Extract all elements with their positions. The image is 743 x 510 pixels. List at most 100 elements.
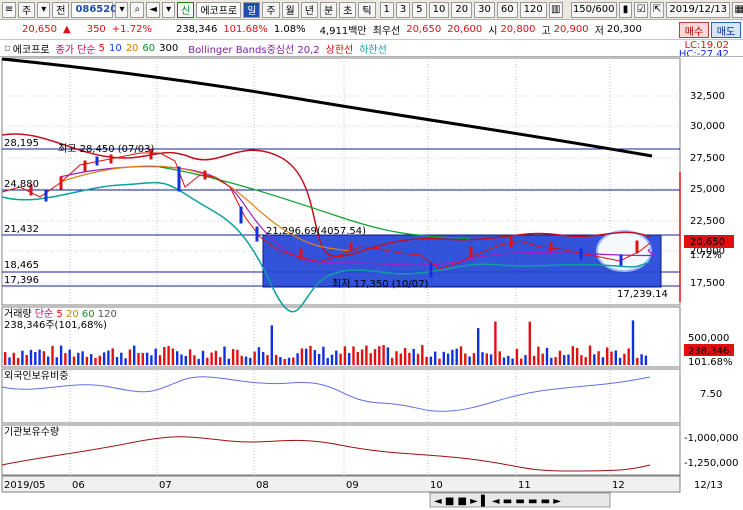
- chevron-down-icon[interactable]: ▾: [37, 1, 51, 18]
- x-axis-label: 12/13: [694, 480, 723, 491]
- expand-icon[interactable]: ⇱: [650, 1, 665, 18]
- chevron-down-icon[interactable]: ▾: [115, 1, 129, 18]
- volume-bar: [12, 352, 15, 365]
- trade-amount: 4,911백만: [319, 26, 367, 37]
- checkbox-icon[interactable]: ☑: [634, 1, 649, 18]
- interval-3[interactable]: 3: [395, 1, 411, 18]
- volume-bar: [29, 349, 33, 365]
- volume-bar: [266, 355, 269, 365]
- volume-bar: [279, 357, 282, 365]
- best-bid: 20,600: [447, 24, 483, 35]
- volume-bar: [524, 355, 527, 365]
- interval-20[interactable]: 20: [451, 1, 473, 18]
- legend-ma60: 60: [142, 42, 156, 54]
- volume-bar: [249, 357, 252, 365]
- period-minute-button[interactable]: 분: [319, 1, 338, 18]
- hc-value: HC:-27.42: [678, 49, 729, 57]
- interval-60[interactable]: 60: [496, 1, 518, 18]
- scroll-controls[interactable]: ◄ ■ ■ ► ▌ ◄ ▬ ▬ ▬ ▬ ►: [429, 492, 611, 508]
- interval-5[interactable]: 5: [412, 1, 427, 18]
- volume-bar: [541, 353, 544, 365]
- price-axis-label: 32,500: [690, 91, 725, 102]
- speaker-icon[interactable]: ◄: [146, 1, 161, 18]
- menu-icon[interactable]: ≡: [2, 1, 16, 18]
- volume-bar: [317, 354, 321, 365]
- volume-bar: [219, 357, 222, 365]
- x-axis-label: 2019/05: [4, 480, 46, 491]
- volume-value-text: 238,346주(101,68%): [4, 320, 107, 331]
- search-icon[interactable]: ⌕: [130, 1, 145, 18]
- calendar-icon[interactable]: ▦: [732, 1, 743, 18]
- open-price: 20,800: [500, 24, 536, 35]
- sell-button[interactable]: 매도: [711, 22, 741, 38]
- interval-120[interactable]: 120: [519, 1, 547, 18]
- chevron-down-icon[interactable]: ▾: [162, 1, 176, 18]
- volume-bar: [262, 352, 265, 365]
- high-label: 고: [541, 26, 551, 37]
- volume-bar: [244, 356, 248, 365]
- volume-bar: [455, 348, 458, 365]
- volume-bar: [446, 353, 450, 365]
- price-axis-label: 25,000: [690, 184, 725, 195]
- volume-bar: [21, 350, 24, 365]
- best-ask-label: 최우선: [372, 26, 401, 37]
- interval-1[interactable]: 1: [379, 1, 394, 18]
- legend-ma-label: 종가 단순: [55, 44, 96, 56]
- open-label: 시: [488, 26, 498, 37]
- volume-bar: [193, 355, 196, 365]
- volume-bar: [489, 354, 493, 365]
- buy-button[interactable]: 매수: [679, 22, 709, 38]
- period-week-button[interactable]: 주: [262, 1, 280, 18]
- volume-bar: [391, 357, 394, 365]
- period-year-button[interactable]: 년: [300, 1, 318, 18]
- volume-bar: [631, 320, 635, 365]
- volume-bar: [468, 356, 471, 365]
- inst-axis-label: -1,000,000: [684, 433, 739, 444]
- volume-bar: [115, 357, 119, 365]
- volume-bar: [575, 347, 579, 365]
- legend-stock-name: 에코프로: [12, 44, 50, 56]
- date-field[interactable]: 2019/12/13: [666, 1, 731, 18]
- period-month-button[interactable]: 월: [281, 1, 299, 18]
- stock-name-field[interactable]: 에코프로: [196, 1, 242, 18]
- best-ask: 20,650: [406, 24, 442, 35]
- period-tick-button[interactable]: 틱: [358, 1, 376, 18]
- bar-chart-icon[interactable]: ▮: [618, 1, 633, 18]
- volume-bar: [627, 348, 630, 365]
- legend-ma5: 5: [98, 42, 105, 54]
- interval-10[interactable]: 10: [428, 1, 450, 18]
- volume-bar: [477, 328, 480, 365]
- volume-ratio: 101.68%: [223, 24, 268, 35]
- volume-bar: [124, 358, 127, 365]
- volume-bar: [421, 345, 424, 365]
- chart-type-icon[interactable]: ▥: [548, 1, 563, 18]
- volume-bar: [51, 345, 54, 365]
- jeon-button[interactable]: 전: [52, 1, 70, 18]
- volume-value: 238,346: [175, 24, 218, 35]
- period-main-button[interactable]: 주: [18, 1, 36, 18]
- volume-bar: [214, 350, 218, 365]
- bottom-annotation: 17,239.14: [617, 289, 668, 300]
- volume-bar: [464, 353, 467, 365]
- inst-panel: [1, 424, 681, 476]
- stock-code-input[interactable]: 086520: [71, 1, 117, 18]
- count-input[interactable]: 150/600: [570, 1, 617, 18]
- toolbar: ≡ 주 ▾ 전 086520 ▾ ⌕ ◄ ▾ 신 에코프로 일 주 월 년 분 …: [0, 0, 743, 20]
- volume-bar: [434, 351, 437, 365]
- volume-bar: [206, 357, 209, 365]
- price-axis-label: 17,500: [690, 278, 725, 289]
- period-second-button[interactable]: 초: [339, 1, 357, 18]
- scroll-buttons-icon[interactable]: ◄ ■ ■ ► ▌ ◄ ▬ ▬ ▬ ▬ ►: [434, 494, 561, 507]
- quote-row: 20,650 ▲ 350 +1.72% 238,346 101.68% 1.08…: [0, 20, 743, 40]
- volume-bar: [532, 355, 536, 365]
- volume-bar: [472, 353, 476, 365]
- interval-30[interactable]: 30: [474, 1, 495, 18]
- volume-bar: [356, 352, 359, 365]
- volume-bar: [494, 321, 497, 365]
- volume-bar: [4, 352, 7, 365]
- collapse-icon[interactable]: ▫: [4, 43, 11, 54]
- volume-bar: [601, 357, 605, 365]
- volume-bar: [305, 348, 308, 365]
- volume-bar: [180, 354, 183, 365]
- period-day-button[interactable]: 일: [243, 1, 261, 18]
